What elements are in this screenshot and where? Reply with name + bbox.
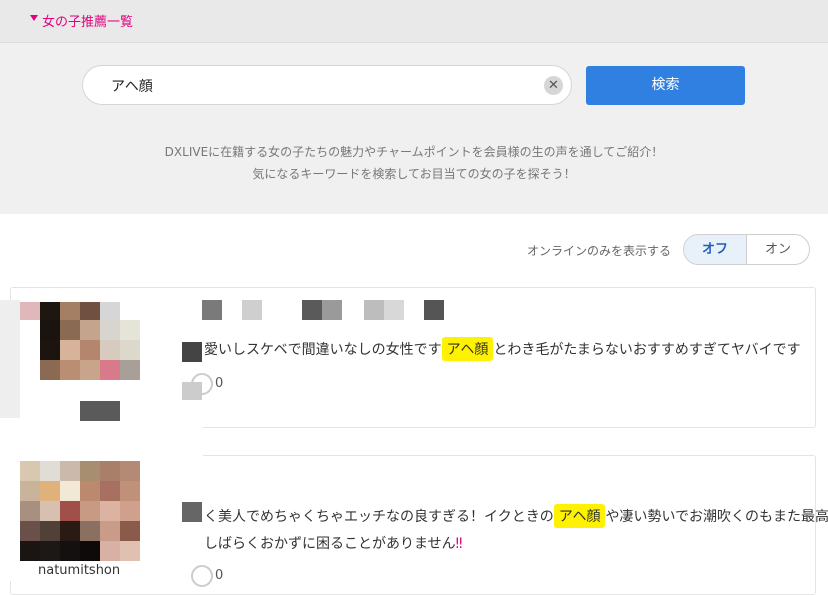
section-header[interactable]: 女の子推薦一覧 — [0, 0, 828, 43]
like-icon[interactable] — [191, 565, 213, 587]
comment-text-line2: しばらくおかずに困ることがありません‼ — [204, 536, 463, 552]
username[interactable]: natumitshon — [38, 563, 120, 578]
search-area: ✕ 検索 DXLIVEに在籍する女の子たちの魅力やチャームポイントを会員様の生の… — [0, 43, 828, 214]
search-box: ✕ — [82, 65, 572, 105]
triangle-down-icon — [30, 15, 38, 21]
card-thumbnail-area — [0, 300, 203, 428]
like-count: 0 — [215, 376, 224, 391]
online-toggle: オフ オン — [683, 234, 810, 265]
close-icon[interactable]: ✕ — [544, 76, 563, 95]
keyword-highlight: アヘ顔 — [553, 504, 606, 528]
search-description: DXLIVEに在籍する女の子たちの魅力やチャームポイントを会員様の生の声を通して… — [0, 141, 828, 185]
description-line-2: 気になるキーワードを検索してお目当ての女の子を探そう！ — [252, 167, 576, 181]
toggle-off-button[interactable]: オフ — [684, 235, 747, 264]
comment-text: 愛いしスケベで間違いなしの女性です アヘ顔 とわき毛がたまらないおすすめすぎてヤバイ… — [204, 337, 801, 361]
double-exclamation-emoji: ‼ — [455, 536, 463, 552]
description-line-1: DXLIVEに在籍する女の子たちの魅力やチャームポイントを会員様の生の声を通して… — [164, 145, 664, 159]
comment-text: く美人でめちゃくちゃエッチなの良すぎる！イクときの アヘ顔 や凄い勢いでお潮吹くのも… — [204, 504, 828, 528]
search-button[interactable]: 検索 — [586, 66, 745, 105]
section-title: 女の子推薦一覧 — [42, 15, 134, 30]
online-only-label: オンラインのみを表示する — [527, 244, 672, 258]
keyword-highlight: アヘ顔 — [441, 337, 494, 361]
like-icon[interactable] — [191, 373, 213, 395]
search-input[interactable] — [109, 75, 533, 97]
toggle-on-button[interactable]: オン — [747, 235, 809, 264]
username-mosaic — [202, 300, 222, 320]
